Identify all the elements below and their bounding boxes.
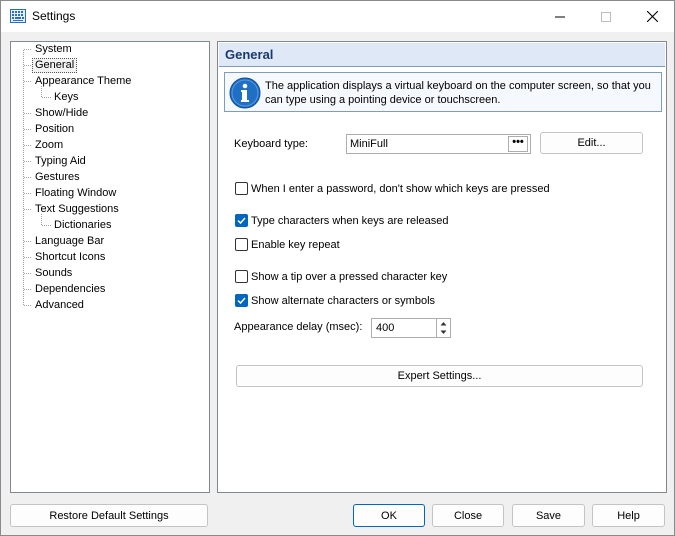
browse-keyboard-button[interactable]: ••• (508, 136, 528, 152)
tree-item-dependencies[interactable]: Dependencies (33, 282, 107, 297)
minimize-icon (555, 16, 565, 17)
pressed-key-tip-checkbox[interactable] (235, 270, 248, 283)
restore-defaults-button[interactable]: Restore Default Settings (10, 504, 208, 527)
spin-up-icon[interactable] (437, 319, 450, 328)
tree-item-gestures[interactable]: Gestures (33, 170, 82, 185)
expert-settings-button[interactable]: Expert Settings... (236, 365, 643, 387)
keyboard-icon (10, 9, 26, 23)
tree-item-sounds[interactable]: Sounds (33, 266, 74, 281)
tree-item-advanced[interactable]: Advanced (33, 298, 86, 313)
keyboard-type-field[interactable]: MiniFull ••• (346, 134, 531, 154)
tree-item-dictionaries[interactable]: Dictionaries (52, 218, 113, 233)
alternate-chars-checkbox[interactable] (235, 294, 248, 307)
edit-button[interactable]: Edit... (540, 132, 643, 154)
spinner-buttons[interactable] (436, 319, 450, 337)
alternate-chars-label: Show alternate characters or symbols (251, 295, 436, 307)
tree-item-appearance-theme[interactable]: Appearance Theme (33, 74, 133, 89)
panel-header: General (219, 43, 665, 67)
checkmark-icon (237, 297, 246, 305)
tree-item-show-hide[interactable]: Show/Hide (33, 106, 90, 121)
tree-item-text-suggestions[interactable]: Text Suggestions (33, 202, 121, 217)
appearance-delay-label: Appearance delay (msec): (234, 321, 363, 333)
tree-item-language-bar[interactable]: Language Bar (33, 234, 106, 249)
minimize-button[interactable] (537, 1, 583, 32)
password-hide-label: When I enter a password, don't show whic… (251, 183, 550, 195)
keyboard-type-value: MiniFull (350, 138, 388, 150)
info-icon (229, 77, 261, 109)
key-repeat-label: Enable key repeat (251, 239, 340, 251)
type-on-release-label: Type characters when keys are released (251, 215, 449, 227)
maximize-icon (601, 11, 611, 22)
info-text: The application displays a virtual keybo… (265, 80, 651, 106)
settings-window: Settings System General Appearance Theme… (0, 0, 675, 536)
tree-item-position[interactable]: Position (33, 122, 76, 137)
appearance-delay-spinner[interactable]: 400 (371, 318, 451, 338)
close-button[interactable]: Close (432, 504, 504, 527)
appearance-delay-value: 400 (376, 322, 395, 334)
tree-item-typing-aid[interactable]: Typing Aid (33, 154, 88, 169)
tree-item-zoom[interactable]: Zoom (33, 138, 65, 153)
keyboard-type-label: Keyboard type: (234, 138, 308, 150)
close-icon (646, 11, 658, 22)
window-title: Settings (32, 9, 76, 23)
panel-title: General (225, 47, 274, 62)
general-panel: General The application displays a virtu… (217, 41, 667, 493)
tree-item-keys[interactable]: Keys (52, 90, 80, 105)
info-box: The application displays a virtual keybo… (224, 72, 662, 112)
tree-item-floating-window[interactable]: Floating Window (33, 186, 118, 201)
settings-tree[interactable]: System General Appearance Theme Keys Sho… (10, 41, 210, 493)
save-button[interactable]: Save (512, 504, 585, 527)
password-hide-checkbox[interactable] (235, 182, 248, 195)
key-repeat-checkbox[interactable] (235, 238, 248, 251)
help-button[interactable]: Help (592, 504, 665, 527)
close-window-button[interactable] (629, 1, 675, 32)
checkmark-icon (237, 217, 246, 225)
ok-button[interactable]: OK (353, 504, 425, 527)
maximize-button[interactable] (583, 1, 629, 32)
pressed-key-tip-label: Show a tip over a pressed character key (251, 271, 448, 283)
title-bar: Settings (1, 1, 674, 32)
tree-item-system[interactable]: System (33, 42, 74, 57)
spin-down-icon[interactable] (437, 328, 450, 337)
type-on-release-checkbox[interactable] (235, 214, 248, 227)
tree-item-general[interactable]: General (32, 58, 78, 73)
tree-item-shortcut-icons[interactable]: Shortcut Icons (33, 250, 107, 265)
